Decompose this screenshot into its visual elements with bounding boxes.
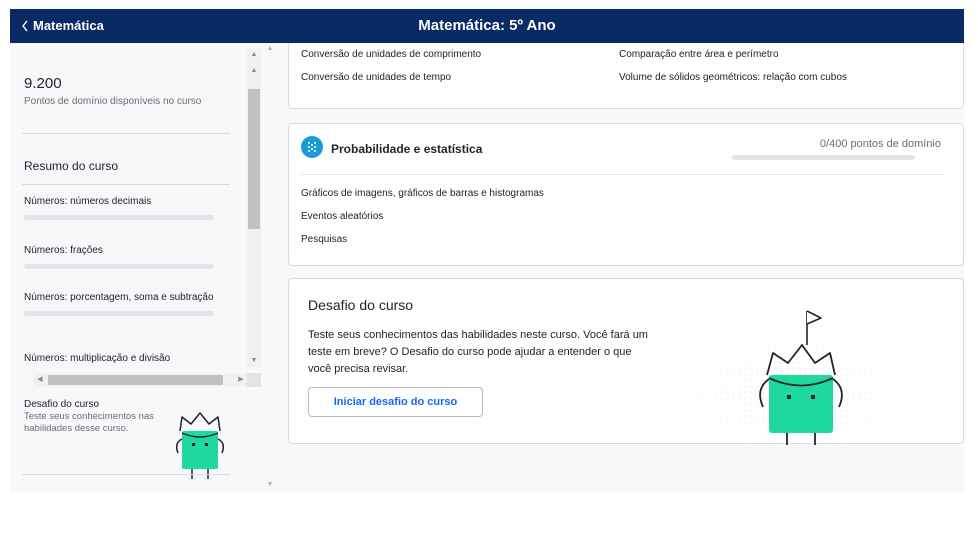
divider xyxy=(22,184,230,185)
skill-link[interactable]: Pesquisas xyxy=(301,234,347,245)
sidebar-unit-fractions[interactable]: Números: frações xyxy=(24,244,219,269)
robot-mascot-icon xyxy=(753,303,849,450)
scroll-left-arrow-icon[interactable]: ◀ xyxy=(34,373,46,387)
unit-card-measures: Conversão de unidades de comprimento Con… xyxy=(288,43,964,109)
unit-label: Números: porcentagem, soma e subtração xyxy=(24,292,214,303)
scrollbar-corner xyxy=(247,373,261,387)
challenge-description: Teste seus conhecimentos nas habilidades… xyxy=(24,411,154,434)
app-body: 9.200 Pontos de domínio disponíveis no c… xyxy=(10,43,964,492)
sidebar-horizontal-scrollbar[interactable]: ◀ ▶ xyxy=(34,373,247,387)
statistics-dots-icon xyxy=(301,136,323,158)
divider xyxy=(22,474,230,475)
sidebar-unit-multiplication[interactable]: Números: multiplicação e divisão xyxy=(24,352,219,365)
unit-label: Números: números decimais xyxy=(24,196,152,207)
scroll-up-arrow-icon[interactable]: ▲ xyxy=(247,65,261,77)
skill-link[interactable]: Conversão de unidades de tempo xyxy=(301,72,451,83)
unit-progress-bar xyxy=(24,311,214,316)
scroll-right-arrow-icon[interactable]: ▶ xyxy=(235,373,247,387)
scrollbar-thumb[interactable] xyxy=(48,375,223,385)
chevron-left-icon xyxy=(21,20,29,32)
divider xyxy=(301,174,944,175)
unit-progress-bar xyxy=(24,264,214,269)
content-scrollbar[interactable]: ▲ ▼ xyxy=(266,45,274,492)
sidebar-unit-decimals[interactable]: Números: números decimais xyxy=(24,195,219,220)
unit-title[interactable]: Probabilidade e estatística xyxy=(331,142,482,156)
skill-link[interactable]: Gráficos de imagens, gráficos de barras … xyxy=(301,188,544,199)
course-challenge-card: Desafio do curso Teste seus conhecimento… xyxy=(288,278,964,445)
scroll-up-arrow-icon[interactable]: ▲ xyxy=(266,45,274,52)
back-link[interactable]: Matemática xyxy=(21,9,104,43)
skill-link[interactable]: Eventos aleatórios xyxy=(301,211,383,222)
scrollbar-thumb[interactable] xyxy=(248,89,260,229)
scroll-down-arrow-icon[interactable]: ▼ xyxy=(266,481,274,488)
unit-label: Números: frações xyxy=(24,245,103,256)
unit-progress-bar xyxy=(732,155,915,160)
scroll-up-arrow-icon[interactable]: ▲ xyxy=(247,49,261,61)
scroll-down-arrow-icon[interactable]: ▼ xyxy=(247,355,261,367)
skill-link[interactable]: Comparação entre área e perímetro xyxy=(619,49,779,60)
unit-mastery-points: 0/400 pontos de domínio xyxy=(819,138,941,150)
page-title: Matemática: 5º Ano xyxy=(418,17,556,34)
sidebar-unit-percentage[interactable]: Números: porcentagem, soma e subtração xyxy=(24,291,219,316)
mastery-points-description: Pontos de domínio disponíveis no curso xyxy=(24,96,202,107)
start-course-challenge-button[interactable]: Iniciar desafio do curso xyxy=(308,387,483,417)
sidebar-vertical-scrollbar[interactable]: ▲ ▲ ▼ xyxy=(247,49,261,367)
top-navigation-bar: Matemática Matemática: 5º Ano xyxy=(10,9,964,43)
unit-card-probability-statistics: Probabilidade e estatística 0/400 pontos… xyxy=(288,123,964,266)
challenge-description: Teste seus conhecimentos das habilidades… xyxy=(308,329,648,375)
skill-link[interactable]: Conversão de unidades de comprimento xyxy=(301,49,481,60)
mastery-points-value: 9.200 xyxy=(24,75,62,92)
course-sidebar: 9.200 Pontos de domínio disponíveis no c… xyxy=(10,43,261,492)
unit-progress-bar xyxy=(24,215,214,220)
challenge-heading: Desafio do curso xyxy=(308,297,414,313)
unit-label: Números: multiplicação e divisão xyxy=(24,353,171,364)
course-summary-heading: Resumo do curso xyxy=(24,159,119,173)
divider xyxy=(22,133,230,134)
skill-link[interactable]: Volume de sólidos geométricos: relação c… xyxy=(619,72,847,83)
back-link-label: Matemática xyxy=(33,18,104,33)
